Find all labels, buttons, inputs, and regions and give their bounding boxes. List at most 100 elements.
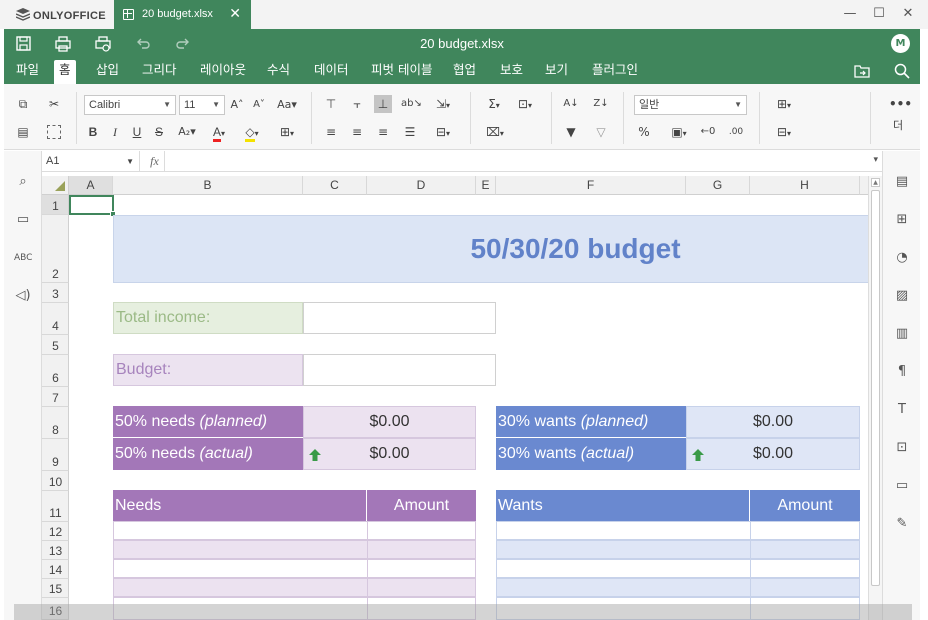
tab-draw[interactable]: 그리다 bbox=[137, 60, 182, 84]
search-icon[interactable] bbox=[893, 62, 911, 80]
select-all-icon[interactable] bbox=[47, 125, 61, 139]
font-color-icon[interactable]: A▾ bbox=[206, 123, 232, 142]
text-orientation-icon[interactable]: ab↘ bbox=[401, 95, 422, 113]
column-header-c[interactable]: C bbox=[303, 176, 367, 195]
insert-function-icon[interactable]: ⊡▾ bbox=[511, 95, 539, 113]
insert-cells-icon[interactable]: ⊞▾ bbox=[770, 95, 798, 113]
needs-table-row[interactable] bbox=[113, 540, 476, 560]
align-top-icon[interactable]: ⊤ bbox=[322, 95, 340, 113]
decrease-font-icon[interactable]: A˅ bbox=[250, 96, 268, 114]
needs-table-row[interactable] bbox=[113, 578, 476, 598]
sort-descending-icon[interactable]: Z↓ bbox=[592, 95, 610, 113]
tab-layout[interactable]: 레이아웃 bbox=[195, 60, 251, 84]
subscript-icon[interactable]: A₂▾ bbox=[174, 123, 200, 141]
strikethrough-icon[interactable]: S bbox=[150, 123, 168, 141]
text-art-icon[interactable]: T bbox=[893, 401, 911, 419]
wants-planned-value[interactable]: $0.00 bbox=[686, 406, 860, 438]
tab-pivot-table[interactable]: 피벗 테이블 bbox=[366, 60, 437, 84]
currency-icon[interactable]: ▣▾ bbox=[664, 123, 694, 141]
bold-icon[interactable]: B bbox=[84, 123, 102, 141]
open-location-icon[interactable] bbox=[853, 62, 871, 80]
italic-icon[interactable]: I bbox=[106, 123, 124, 141]
copy-icon[interactable]: ⧉ bbox=[14, 95, 32, 113]
filter-icon[interactable]: ▼ bbox=[562, 123, 580, 141]
row-header[interactable]: 5 bbox=[42, 335, 69, 355]
maximize-icon[interactable]: ☐ bbox=[869, 4, 889, 24]
increase-font-icon[interactable]: A˄ bbox=[228, 96, 246, 114]
vertical-scrollbar[interactable]: ▲ bbox=[868, 176, 882, 620]
named-ranges-icon[interactable]: ⌧▾ bbox=[481, 123, 509, 141]
row-header[interactable]: 1 bbox=[42, 195, 69, 215]
column-header-f[interactable]: F bbox=[496, 176, 686, 195]
wants-table-row[interactable] bbox=[496, 521, 860, 541]
row-header[interactable]: 13 bbox=[42, 541, 69, 560]
file-tab[interactable]: 20 budget.xlsx ✕ bbox=[114, 0, 251, 29]
column-header-i[interactable] bbox=[860, 176, 868, 195]
pivot-settings-icon[interactable]: ⊡ bbox=[893, 439, 911, 457]
align-middle-icon[interactable]: ⫟ bbox=[348, 95, 366, 113]
tab-plugins[interactable]: 플러그인 bbox=[587, 60, 643, 84]
needs-planned-value[interactable]: $0.00 bbox=[303, 406, 476, 438]
row-header[interactable]: 9 bbox=[42, 439, 69, 471]
close-tab-icon[interactable]: ✕ bbox=[229, 6, 241, 22]
tab-insert[interactable]: 삽입 bbox=[91, 60, 124, 84]
tab-formula[interactable]: 수식 bbox=[262, 60, 295, 84]
expand-formula-icon[interactable]: ▾ bbox=[873, 155, 878, 165]
row-header[interactable]: 11 bbox=[42, 491, 69, 522]
column-header-d[interactable]: D bbox=[367, 176, 476, 195]
paragraph-settings-icon[interactable]: ¶ bbox=[893, 363, 911, 381]
wants-table-row[interactable] bbox=[496, 540, 860, 560]
insert-function-button[interactable]: fx bbox=[145, 151, 165, 172]
row-header[interactable]: 12 bbox=[42, 522, 69, 541]
align-left-icon[interactable]: ≡ bbox=[322, 123, 340, 141]
row-header[interactable]: 15 bbox=[42, 579, 69, 598]
spreadsheet-grid[interactable]: A B C D E F G H 1 2 3 4 5 6 7 8 9 10 11 … bbox=[42, 176, 868, 620]
search-icon[interactable]: ⌕ bbox=[14, 173, 32, 191]
scroll-up-icon[interactable]: ▲ bbox=[871, 178, 880, 187]
column-header-a[interactable]: A bbox=[69, 176, 113, 195]
column-header-g[interactable]: G bbox=[686, 176, 750, 195]
cell-settings-icon[interactable]: ▤ bbox=[893, 173, 911, 191]
decrease-decimal-icon[interactable]: ←0 bbox=[699, 123, 717, 141]
fill-color-icon[interactable]: ◇▾ bbox=[238, 123, 266, 142]
needs-actual-value-cell[interactable]: $0.00 bbox=[303, 438, 476, 470]
minimize-icon[interactable]: — bbox=[840, 4, 860, 24]
column-header-h[interactable]: H bbox=[750, 176, 860, 195]
needs-table-row[interactable] bbox=[113, 521, 476, 541]
delete-cells-icon[interactable]: ⊟▾ bbox=[770, 123, 798, 141]
avatar[interactable]: M bbox=[891, 34, 910, 53]
column-header-e[interactable]: E bbox=[476, 176, 496, 195]
row-header[interactable]: 8 bbox=[42, 407, 69, 439]
shape-settings-icon[interactable]: ◔ bbox=[893, 249, 911, 267]
spellcheck-icon[interactable]: ABC bbox=[14, 249, 32, 267]
paste-icon[interactable]: ▤ bbox=[14, 123, 32, 141]
row-header[interactable]: 3 bbox=[42, 283, 69, 303]
number-format-select[interactable]: 일반 ▼ bbox=[634, 95, 747, 115]
scrollbar-thumb[interactable] bbox=[871, 190, 880, 586]
tab-collaboration[interactable]: 협업 bbox=[448, 60, 481, 84]
close-window-icon[interactable]: ✕ bbox=[898, 4, 918, 24]
wrap-text-icon[interactable]: ⇲▾ bbox=[429, 95, 457, 113]
more-label[interactable]: 더 bbox=[889, 117, 907, 135]
clear-filter-icon[interactable]: ▽ bbox=[592, 123, 610, 141]
align-center-icon[interactable]: ≡ bbox=[348, 123, 366, 141]
align-bottom-icon[interactable]: ⊥ bbox=[374, 95, 392, 113]
chart-settings-icon[interactable]: ▥ bbox=[893, 325, 911, 343]
slicer-settings-icon[interactable]: ▭ bbox=[893, 477, 911, 495]
signature-icon[interactable]: ✎ bbox=[893, 515, 911, 533]
increase-decimal-icon[interactable]: .00 bbox=[727, 123, 745, 141]
row-header[interactable]: 7 bbox=[42, 387, 69, 407]
tab-data[interactable]: 데이터 bbox=[309, 60, 354, 84]
row-header[interactable]: 6 bbox=[42, 355, 69, 387]
percent-icon[interactable]: % bbox=[635, 123, 653, 141]
font-name-select[interactable]: Calibri ▼ bbox=[84, 95, 176, 115]
image-settings-icon[interactable]: ▨ bbox=[893, 287, 911, 305]
cut-icon[interactable]: ✂ bbox=[45, 95, 63, 113]
sort-ascending-icon[interactable]: A↓ bbox=[562, 95, 580, 113]
tab-view[interactable]: 보기 bbox=[540, 60, 573, 84]
more-options-icon[interactable]: ••• bbox=[889, 95, 912, 113]
needs-table-row[interactable] bbox=[113, 559, 476, 579]
borders-icon[interactable]: ⊞▾ bbox=[274, 123, 300, 141]
tab-home[interactable]: 홈 bbox=[54, 60, 76, 84]
comments-icon[interactable]: ▭ bbox=[14, 211, 32, 229]
